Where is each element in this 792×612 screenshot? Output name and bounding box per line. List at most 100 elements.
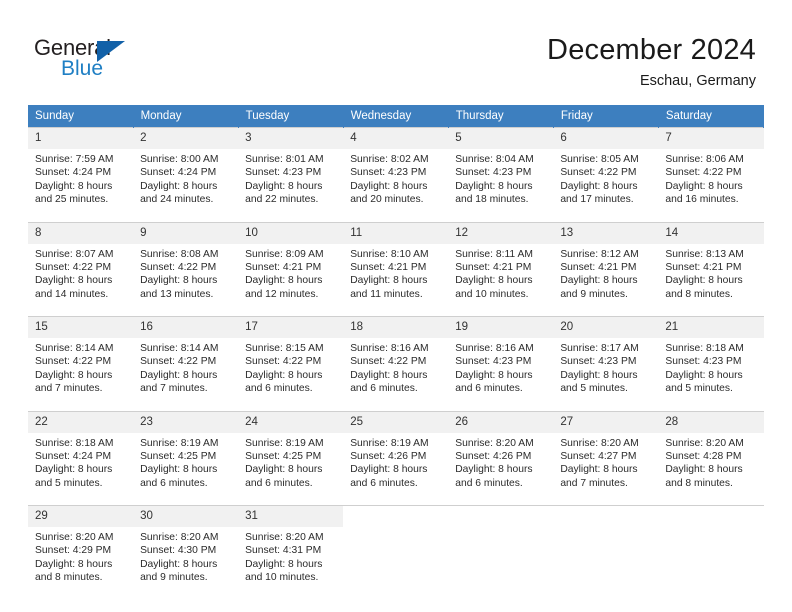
- daylight-text-cont: and 6 minutes.: [455, 383, 523, 395]
- sunset-text: Sunset: 4:22 PM: [35, 356, 112, 368]
- day-number-empty: [448, 506, 554, 527]
- day-number: 8: [28, 222, 134, 244]
- sunset-text: Sunset: 4:26 PM: [455, 450, 532, 462]
- calendar-day-cell[interactable]: 1 Sunrise: 7:59 AM Sunset: 4:24 PM Daylight…: [28, 127, 134, 216]
- calendar-day-cell[interactable]: 29 Sunrise: 8:20 AM Sunset: 4:29 PM Dayligh…: [28, 505, 134, 594]
- day-details: Sunrise: 8:16 AM Sunset: 4:23 PM Daylight:…: [448, 338, 553, 396]
- calendar-day-cell[interactable]: 10 Sunrise: 8:09 AM Sunset: 4:21 PM Dayligh…: [238, 221, 344, 311]
- sunrise-text: Sunrise: 8:19 AM: [350, 437, 429, 449]
- day-details: Sunrise: 8:06 AM Sunset: 4:22 PM Daylight:…: [658, 149, 763, 207]
- sunrise-text: Sunrise: 8:15 AM: [245, 343, 324, 354]
- calendar-week-row: 22 Sunrise: 8:18 AM Sunset: 4:24 PM Dayligh…: [28, 410, 764, 500]
- weekday-header-sunday: Sunday: [28, 105, 134, 128]
- daylight-text: Daylight: 8 hours: [35, 558, 113, 570]
- calendar-day-cell[interactable]: 13 Sunrise: 8:12 AM Sunset: 4:21 PM Dayligh…: [553, 221, 659, 311]
- weekday-header-thursday: Thursday: [448, 105, 554, 128]
- sunrise-text: Sunrise: 8:14 AM: [35, 343, 114, 354]
- weekday-header-saturday: Saturday: [658, 105, 765, 128]
- sunrise-text: Sunrise: 8:05 AM: [560, 154, 639, 165]
- day-number: 19: [448, 317, 554, 338]
- daylight-text: Daylight: 8 hours: [35, 180, 113, 192]
- sunset-text: Sunset: 4:22 PM: [35, 261, 112, 273]
- day-details: Sunrise: 8:00 AM Sunset: 4:24 PM Daylight:…: [133, 149, 238, 207]
- calendar-grid: Sunday Monday Tuesday Wednesday Thursday…: [28, 105, 765, 594]
- sunset-text: Sunset: 4:24 PM: [140, 167, 217, 179]
- sunrise-text: Sunrise: 8:11 AM: [455, 248, 533, 260]
- day-details: Sunrise: 8:19 AM Sunset: 4:26 PM Daylight:…: [343, 433, 448, 491]
- daylight-text-cont: and 5 minutes.: [665, 383, 733, 395]
- day-details: Sunrise: 8:19 AM Sunset: 4:25 PM Daylight:…: [238, 433, 343, 491]
- day-number: 27: [553, 411, 659, 433]
- sunset-text: Sunset: 4:21 PM: [245, 261, 322, 273]
- calendar-day-cell[interactable]: 30 Sunrise: 8:20 AM Sunset: 4:30 PM Dayligh…: [133, 505, 239, 594]
- calendar-day-cell[interactable]: 24 Sunrise: 8:19 AM Sunset: 4:25 PM Dayligh…: [238, 410, 344, 500]
- sunset-text: Sunset: 4:22 PM: [350, 356, 427, 368]
- calendar-day-cell[interactable]: 15 Sunrise: 8:14 AM Sunset: 4:22 PM Dayligh…: [28, 316, 134, 405]
- day-number: 29: [28, 506, 134, 527]
- day-details: Sunrise: 8:04 AM Sunset: 4:23 PM Daylight:…: [448, 149, 553, 207]
- daylight-text-cont: and 12 minutes.: [245, 288, 319, 300]
- calendar-day-cell[interactable]: 26 Sunrise: 8:20 AM Sunset: 4:26 PM Dayligh…: [448, 410, 554, 500]
- daylight-text: Daylight: 8 hours: [35, 275, 113, 287]
- calendar-page: General Blue December 2024 Eschau, Germa…: [0, 0, 792, 612]
- calendar-day-cell[interactable]: 7 Sunrise: 8:06 AM Sunset: 4:22 PM Daylight…: [658, 127, 764, 216]
- calendar-day-cell[interactable]: 3 Sunrise: 8:01 AM Sunset: 4:23 PM Daylight…: [238, 127, 344, 216]
- calendar-day-cell[interactable]: 27 Sunrise: 8:20 AM Sunset: 4:27 PM Dayligh…: [553, 410, 659, 500]
- calendar-day-cell[interactable]: 9 Sunrise: 8:08 AM Sunset: 4:22 PM Daylight…: [133, 221, 239, 311]
- day-number: 20: [553, 317, 659, 338]
- title-block: December 2024 Eschau, Germany: [547, 32, 756, 92]
- daylight-text-cont: and 5 minutes.: [35, 477, 103, 489]
- day-details: Sunrise: 8:02 AM Sunset: 4:23 PM Daylight:…: [343, 149, 448, 207]
- calendar-day-cell[interactable]: 23 Sunrise: 8:19 AM Sunset: 4:25 PM Dayligh…: [133, 410, 239, 500]
- day-details: Sunrise: 8:20 AM Sunset: 4:29 PM Daylight:…: [28, 527, 133, 585]
- calendar-day-cell[interactable]: 31 Sunrise: 8:20 AM Sunset: 4:31 PM Dayligh…: [238, 505, 344, 594]
- calendar-day-cell[interactable]: 28 Sunrise: 8:20 AM Sunset: 4:28 PM Dayligh…: [658, 410, 764, 500]
- calendar-empty-cell: [343, 505, 449, 594]
- daylight-text: Daylight: 8 hours: [140, 180, 218, 192]
- daylight-text: Daylight: 8 hours: [560, 464, 638, 476]
- daylight-text-cont: and 7 minutes.: [560, 477, 628, 489]
- calendar-day-cell[interactable]: 4 Sunrise: 8:02 AM Sunset: 4:23 PM Daylight…: [343, 127, 449, 216]
- sunrise-text: Sunrise: 8:19 AM: [140, 437, 219, 449]
- day-number: 14: [658, 222, 764, 244]
- daylight-text-cont: and 8 minutes.: [665, 477, 733, 489]
- day-number: 9: [133, 222, 239, 244]
- calendar-day-cell[interactable]: 22 Sunrise: 8:18 AM Sunset: 4:24 PM Dayligh…: [28, 410, 134, 500]
- day-number: 28: [658, 411, 764, 433]
- calendar-day-cell[interactable]: 16 Sunrise: 8:14 AM Sunset: 4:22 PM Dayligh…: [133, 316, 239, 405]
- daylight-text: Daylight: 8 hours: [455, 369, 533, 381]
- day-number-empty: [553, 506, 659, 527]
- calendar-day-cell[interactable]: 2 Sunrise: 8:00 AM Sunset: 4:24 PM Daylight…: [133, 127, 239, 216]
- daylight-text: Daylight: 8 hours: [665, 464, 743, 476]
- sunset-text: Sunset: 4:24 PM: [35, 167, 112, 179]
- calendar-day-cell[interactable]: 14 Sunrise: 8:13 AM Sunset: 4:21 PM Dayligh…: [658, 221, 764, 311]
- calendar-week-row: 8 Sunrise: 8:07 AM Sunset: 4:22 PM Daylight…: [28, 221, 764, 311]
- sunrise-text: Sunrise: 8:20 AM: [245, 532, 324, 543]
- daylight-text: Daylight: 8 hours: [245, 464, 323, 476]
- sunrise-text: Sunrise: 8:20 AM: [140, 532, 219, 543]
- daylight-text-cont: and 9 minutes.: [560, 288, 628, 300]
- sunset-text: Sunset: 4:23 PM: [455, 167, 532, 179]
- calendar-day-cell[interactable]: 5 Sunrise: 8:04 AM Sunset: 4:23 PM Daylight…: [448, 127, 554, 216]
- day-details: Sunrise: 8:08 AM Sunset: 4:22 PM Daylight:…: [133, 244, 238, 302]
- sunrise-text: Sunrise: 8:04 AM: [455, 154, 534, 165]
- sunrise-text: Sunrise: 8:09 AM: [245, 248, 324, 260]
- calendar-day-cell[interactable]: 6 Sunrise: 8:05 AM Sunset: 4:22 PM Daylight…: [553, 127, 659, 216]
- calendar-day-cell[interactable]: 25 Sunrise: 8:19 AM Sunset: 4:26 PM Dayligh…: [343, 410, 449, 500]
- calendar-day-cell[interactable]: 17 Sunrise: 8:15 AM Sunset: 4:22 PM Dayligh…: [238, 316, 344, 405]
- calendar-day-cell[interactable]: 11 Sunrise: 8:10 AM Sunset: 4:21 PM Dayligh…: [343, 221, 449, 311]
- calendar-day-cell[interactable]: 18 Sunrise: 8:16 AM Sunset: 4:22 PM Dayligh…: [343, 316, 449, 405]
- calendar-day-cell[interactable]: 8 Sunrise: 8:07 AM Sunset: 4:22 PM Daylight…: [28, 221, 134, 311]
- day-details: Sunrise: 8:20 AM Sunset: 4:30 PM Daylight:…: [133, 527, 238, 585]
- daylight-text: Daylight: 8 hours: [455, 180, 533, 192]
- calendar-day-cell[interactable]: 21 Sunrise: 8:18 AM Sunset: 4:23 PM Dayligh…: [658, 316, 764, 405]
- sunrise-text: Sunrise: 8:18 AM: [35, 437, 114, 449]
- calendar-day-cell[interactable]: 19 Sunrise: 8:16 AM Sunset: 4:23 PM Dayligh…: [448, 316, 554, 405]
- calendar-week-row: 15 Sunrise: 8:14 AM Sunset: 4:22 PM Dayligh…: [28, 316, 764, 405]
- daylight-text-cont: and 9 minutes.: [140, 572, 208, 584]
- calendar-day-cell[interactable]: 20 Sunrise: 8:17 AM Sunset: 4:23 PM Dayligh…: [553, 316, 659, 405]
- calendar-day-cell[interactable]: 12 Sunrise: 8:11 AM Sunset: 4:21 PM Dayligh…: [448, 221, 554, 311]
- brand-logo[interactable]: General Blue: [34, 36, 164, 84]
- daylight-text: Daylight: 8 hours: [455, 464, 533, 476]
- day-details: Sunrise: 7:59 AM Sunset: 4:24 PM Daylight:…: [28, 149, 133, 207]
